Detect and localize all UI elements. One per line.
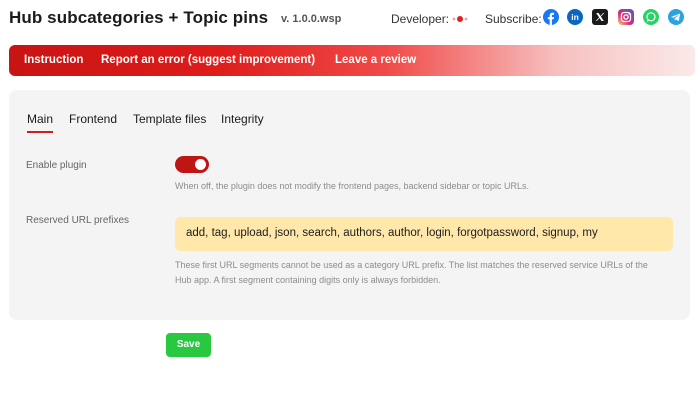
page-title: Hub subcategories + Topic pins xyxy=(9,8,269,27)
linkedin-icon[interactable]: in xyxy=(567,9,583,25)
subscribe-label: Subscribe: xyxy=(485,12,542,26)
page-header: Hub subcategories + Topic pins v. 1.0.0.… xyxy=(0,0,700,40)
enable-plugin-label: Enable plugin xyxy=(26,160,87,171)
svg-text:in: in xyxy=(571,12,579,22)
x-icon[interactable] xyxy=(592,9,608,25)
version-label: v. 1.0.0.wsp xyxy=(281,13,342,25)
top-nav-banner: Instruction Report an error (suggest imp… xyxy=(9,45,695,76)
instruction-link[interactable]: Instruction xyxy=(24,54,83,66)
report-error-link[interactable]: Report an error (suggest improvement) xyxy=(101,54,315,66)
tab-frontend[interactable]: Frontend xyxy=(69,112,117,131)
developer-label: Developer: xyxy=(391,12,450,26)
reserved-prefixes-hint-1: These first URL segments cannot be used … xyxy=(175,260,648,270)
settings-panel: Main Frontend Template files Integrity E… xyxy=(9,90,690,320)
save-button[interactable]: Save xyxy=(166,333,211,357)
facebook-icon[interactable] xyxy=(543,9,559,25)
tab-integrity[interactable]: Integrity xyxy=(221,112,264,131)
reserved-prefixes-label: Reserved URL prefixes xyxy=(26,215,130,226)
reserved-prefixes-input[interactable]: add, tag, upload, json, search, authors,… xyxy=(175,217,673,251)
instagram-icon[interactable] xyxy=(618,9,634,25)
developer-logo-icon[interactable] xyxy=(450,13,470,25)
reserved-prefixes-hint-2: Hub app. A first segment containing digi… xyxy=(175,275,441,285)
toggle-knob xyxy=(195,159,206,170)
enable-plugin-toggle[interactable] xyxy=(175,156,209,173)
whatsapp-icon[interactable] xyxy=(643,9,659,25)
leave-review-link[interactable]: Leave a review xyxy=(335,54,416,66)
telegram-icon[interactable] xyxy=(668,9,684,25)
enable-plugin-hint: When off, the plugin does not modify the… xyxy=(175,181,530,191)
tab-main[interactable]: Main xyxy=(27,112,54,133)
tab-template-files[interactable]: Template files xyxy=(133,112,206,131)
